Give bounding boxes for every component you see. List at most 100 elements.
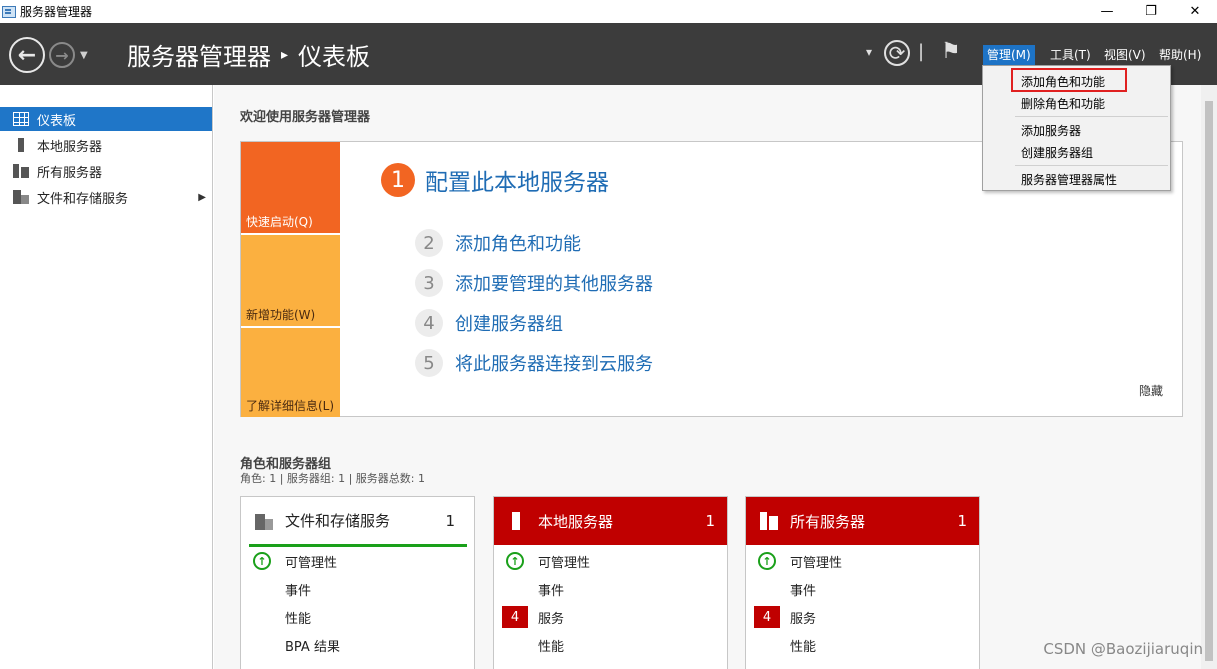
card-header[interactable]: 本地服务器 1	[494, 497, 727, 545]
manage-menu-dropdown: 添加角色和功能 删除角色和功能 添加服务器 创建服务器组 服务器管理器属性	[982, 65, 1171, 191]
restore-button[interactable]: ❐	[1128, 0, 1174, 23]
card-row-events[interactable]: 事件	[241, 577, 474, 601]
vertical-scrollbar[interactable]	[1201, 85, 1217, 669]
menu-item-create-group[interactable]: 创建服务器组	[1021, 144, 1093, 161]
refresh-icon[interactable]: ⟳	[884, 40, 910, 66]
step-configure-local-server[interactable]: 1 配置此本地服务器	[381, 163, 609, 197]
card-row-services[interactable]: 4 服务	[746, 605, 979, 629]
step-add-servers[interactable]: 3 添加要管理的其他服务器	[415, 269, 653, 297]
row-label: BPA 结果	[285, 639, 340, 655]
step-label: 配置此本地服务器	[425, 170, 609, 196]
step-label: 添加角色和功能	[455, 234, 581, 255]
sidebar-item-local-server[interactable]: 本地服务器	[0, 133, 212, 157]
card-row-performance[interactable]: 性能	[746, 633, 979, 657]
card-row-events[interactable]: 事件	[746, 577, 979, 601]
back-button[interactable]: ←	[9, 37, 45, 73]
breadcrumb-root[interactable]: 服务器管理器	[127, 37, 271, 72]
step-connect-cloud[interactable]: 5 将此服务器连接到云服务	[415, 349, 653, 377]
card-header[interactable]: 所有服务器 1	[746, 497, 979, 545]
breadcrumb: 服务器管理器 ▸ 仪表板	[127, 37, 370, 72]
server-icon	[13, 138, 29, 152]
card-row-manageability[interactable]: ↑ 可管理性	[241, 549, 474, 573]
step-number: 4	[415, 309, 443, 337]
dashboard-icon	[13, 112, 29, 126]
scrollbar-thumb[interactable]	[1205, 101, 1213, 661]
servers-icon	[13, 164, 29, 178]
menu-tools[interactable]: 工具(T)	[1046, 45, 1095, 65]
card-row-bpa[interactable]: BPA 结果	[241, 633, 474, 657]
card-row-services[interactable]: 4 服务	[494, 605, 727, 629]
row-label: 服务	[538, 611, 565, 627]
row-label: 可管理性	[285, 555, 338, 571]
menu-item-add-roles[interactable]: 添加角色和功能	[1021, 73, 1105, 90]
forward-button[interactable]: →	[49, 42, 75, 68]
servers-icon	[760, 512, 778, 530]
status-badge	[249, 634, 275, 656]
tile-learn-more[interactable]: 了解详细信息(L)	[241, 328, 340, 417]
card-row-manageability[interactable]: ↑ 可管理性	[494, 549, 727, 573]
menu-item-remove-roles[interactable]: 删除角色和功能	[1021, 95, 1105, 112]
window-title: 服务器管理器	[20, 5, 93, 19]
status-badge: ↑	[502, 550, 528, 572]
status-badge	[249, 578, 275, 600]
minimize-button[interactable]: —	[1084, 0, 1130, 23]
sidebar-item-file-storage[interactable]: 文件和存储服务 ▶	[0, 185, 212, 209]
role-card-local-server[interactable]: 本地服务器 1 ↑ 可管理性 事件 4 服务 性能	[493, 496, 728, 669]
sidebar-item-label: 文件和存储服务	[37, 191, 129, 207]
status-badge: ↑	[249, 550, 275, 572]
card-row-performance[interactable]: 性能	[494, 633, 727, 657]
sidebar-item-all-servers[interactable]: 所有服务器	[0, 159, 212, 183]
title-bar: 服务器管理器 — ❐ ✕	[0, 0, 1217, 23]
role-card-all-servers[interactable]: 所有服务器 1 ↑ 可管理性 事件 4 服务 性能	[745, 496, 980, 669]
step-number: 3	[415, 269, 443, 297]
status-badge	[502, 578, 528, 600]
card-title: 文件和存储服务	[285, 512, 391, 530]
tile-quick-start[interactable]: 快速启动(Q)	[241, 142, 340, 233]
welcome-title: 欢迎使用服务器管理器	[240, 110, 371, 125]
card-header[interactable]: 文件和存储服务 1	[249, 497, 467, 547]
alert-count-badge: 4	[754, 606, 780, 628]
role-card-file-storage[interactable]: 文件和存储服务 1 ↑ 可管理性 事件 性能 BPA 结果	[240, 496, 475, 669]
ok-arrow-icon: ↑	[253, 552, 271, 570]
breadcrumb-current: 仪表板	[298, 43, 371, 71]
step-label: 将此服务器连接到云服务	[455, 354, 653, 375]
sidebar-item-label: 所有服务器	[37, 165, 103, 181]
card-row-events[interactable]: 事件	[494, 577, 727, 601]
tile-whats-new[interactable]: 新增功能(W)	[241, 235, 340, 326]
sidebar-item-label: 本地服务器	[37, 139, 103, 155]
menu-item-properties[interactable]: 服务器管理器属性	[1021, 171, 1117, 188]
refresh-dropdown-icon[interactable]: ▾	[866, 45, 872, 59]
step-create-group[interactable]: 4 创建服务器组	[415, 309, 563, 337]
back-arrow-icon: ←	[17, 42, 37, 68]
notifications-flag-icon[interactable]: ⚑	[941, 39, 961, 64]
files-icon	[255, 511, 273, 530]
menu-manage[interactable]: 管理(M)	[983, 45, 1035, 65]
menu-help[interactable]: 帮助(H)	[1155, 45, 1205, 65]
row-label: 事件	[538, 583, 565, 599]
alert-count-badge: 4	[502, 606, 528, 628]
step-label: 创建服务器组	[455, 314, 563, 335]
watermark: CSDN @Baozijiaruqin	[1043, 640, 1203, 658]
step-add-roles[interactable]: 2 添加角色和功能	[415, 229, 581, 257]
nav-history-dropdown-icon[interactable]: ▼	[80, 50, 88, 61]
card-count: 1	[445, 511, 455, 530]
close-button[interactable]: ✕	[1172, 0, 1217, 23]
expand-arrow-icon[interactable]: ▶	[198, 192, 206, 203]
step-number: 1	[381, 163, 415, 197]
row-label: 性能	[538, 639, 565, 655]
menu-view[interactable]: 视图(V)	[1100, 45, 1150, 65]
card-row-performance[interactable]: 性能	[241, 605, 474, 629]
row-label: 事件	[790, 583, 817, 599]
step-number: 5	[415, 349, 443, 377]
server-icon	[508, 512, 526, 530]
step-label: 添加要管理的其他服务器	[455, 274, 653, 295]
breadcrumb-separator-icon: ▸	[281, 46, 289, 63]
row-label: 可管理性	[538, 555, 591, 571]
menu-item-add-servers[interactable]: 添加服务器	[1021, 122, 1081, 139]
sidebar-item-dashboard[interactable]: 仪表板	[0, 107, 212, 131]
card-row-manageability[interactable]: ↑ 可管理性	[746, 549, 979, 573]
server-manager-app-icon	[2, 5, 16, 18]
menu-separator	[1015, 116, 1168, 117]
hide-link[interactable]: 隐藏	[1139, 382, 1163, 399]
files-icon	[13, 190, 29, 204]
